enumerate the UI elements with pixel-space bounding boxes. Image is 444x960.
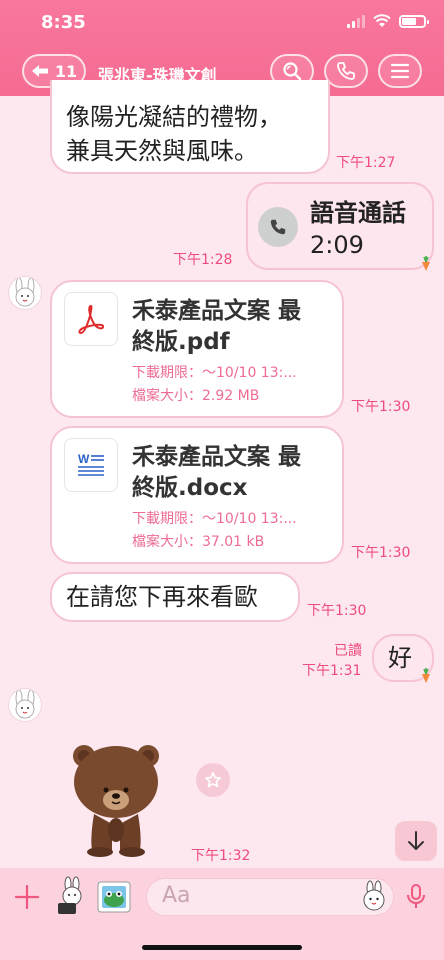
search-icon: [283, 62, 302, 81]
plus-icon[interactable]: [14, 884, 40, 910]
arrow-down-icon: [408, 831, 424, 850]
message-time: 下午1:30: [351, 399, 411, 415]
photo-sticker-icon[interactable]: [96, 880, 132, 914]
brown-bear-sticker[interactable]: [66, 738, 166, 858]
file-size: 檔案大小：37.01 kB: [132, 534, 265, 550]
pdf-icon: [64, 292, 118, 346]
sticker-shortcut-icon[interactable]: [52, 876, 92, 916]
svg-text:W: W: [78, 452, 90, 466]
carrot-icon: [422, 256, 430, 271]
avatar[interactable]: [8, 276, 42, 310]
file-name: 終版.docx: [132, 475, 248, 501]
message-time: 下午1:30: [351, 545, 411, 561]
call-title: 語音通話: [310, 199, 406, 227]
message-time: 下午1:27: [336, 155, 396, 171]
phone-icon: [270, 219, 286, 235]
scroll-to-bottom-button[interactable]: [395, 821, 437, 861]
file-name: 禾泰產品文案 最: [132, 444, 302, 470]
battery-icon: [399, 14, 429, 28]
file-expiry: 下載期限：～10/10 13:...: [132, 365, 297, 381]
signal-icon: [347, 14, 365, 28]
wifi-icon: [373, 14, 391, 27]
message-text: 兼具天然與風味。: [66, 137, 258, 165]
message-time: 下午1:30: [307, 603, 367, 619]
read-receipt: 已讀: [334, 643, 362, 659]
file-size: 檔案大小：2.92 MB: [132, 388, 260, 404]
word-doc-icon: W: [64, 438, 118, 492]
call-icon: [258, 207, 298, 247]
message-text: 像陽光凝結的禮物，: [66, 103, 282, 131]
message-time: 下午1:32: [191, 848, 251, 864]
cony-avatar-icon: [15, 690, 35, 719]
emoji-icon[interactable]: [360, 880, 388, 912]
message-text: 好: [388, 644, 412, 672]
carrot-icon: [422, 668, 430, 683]
phone-icon: [337, 62, 355, 80]
message-input-placeholder: Aa: [162, 883, 191, 908]
microphone-icon[interactable]: [406, 883, 426, 911]
unread-count: 11: [54, 61, 78, 81]
back-arrow-icon: [31, 65, 48, 77]
message-time: 下午1:31: [302, 663, 362, 679]
call-button[interactable]: [324, 54, 368, 88]
home-indicator: [142, 945, 302, 950]
avatar[interactable]: [8, 688, 42, 722]
favorite-sticker-button[interactable]: [196, 763, 230, 797]
file-name: 終版.pdf: [132, 329, 230, 355]
menu-icon: [391, 63, 409, 79]
message-time: 下午1:28: [173, 252, 233, 268]
status-icons: [347, 14, 429, 28]
file-name: 禾泰產品文案 最: [132, 298, 302, 324]
menu-button[interactable]: [378, 54, 422, 88]
call-duration: 2:09: [310, 231, 364, 259]
status-time: 8:35: [41, 12, 86, 33]
cony-avatar-icon: [15, 278, 35, 307]
message-text: 在請您下再來看歐: [66, 583, 258, 611]
star-icon: [204, 771, 222, 788]
file-expiry: 下載期限：～10/10 13:...: [132, 511, 297, 527]
